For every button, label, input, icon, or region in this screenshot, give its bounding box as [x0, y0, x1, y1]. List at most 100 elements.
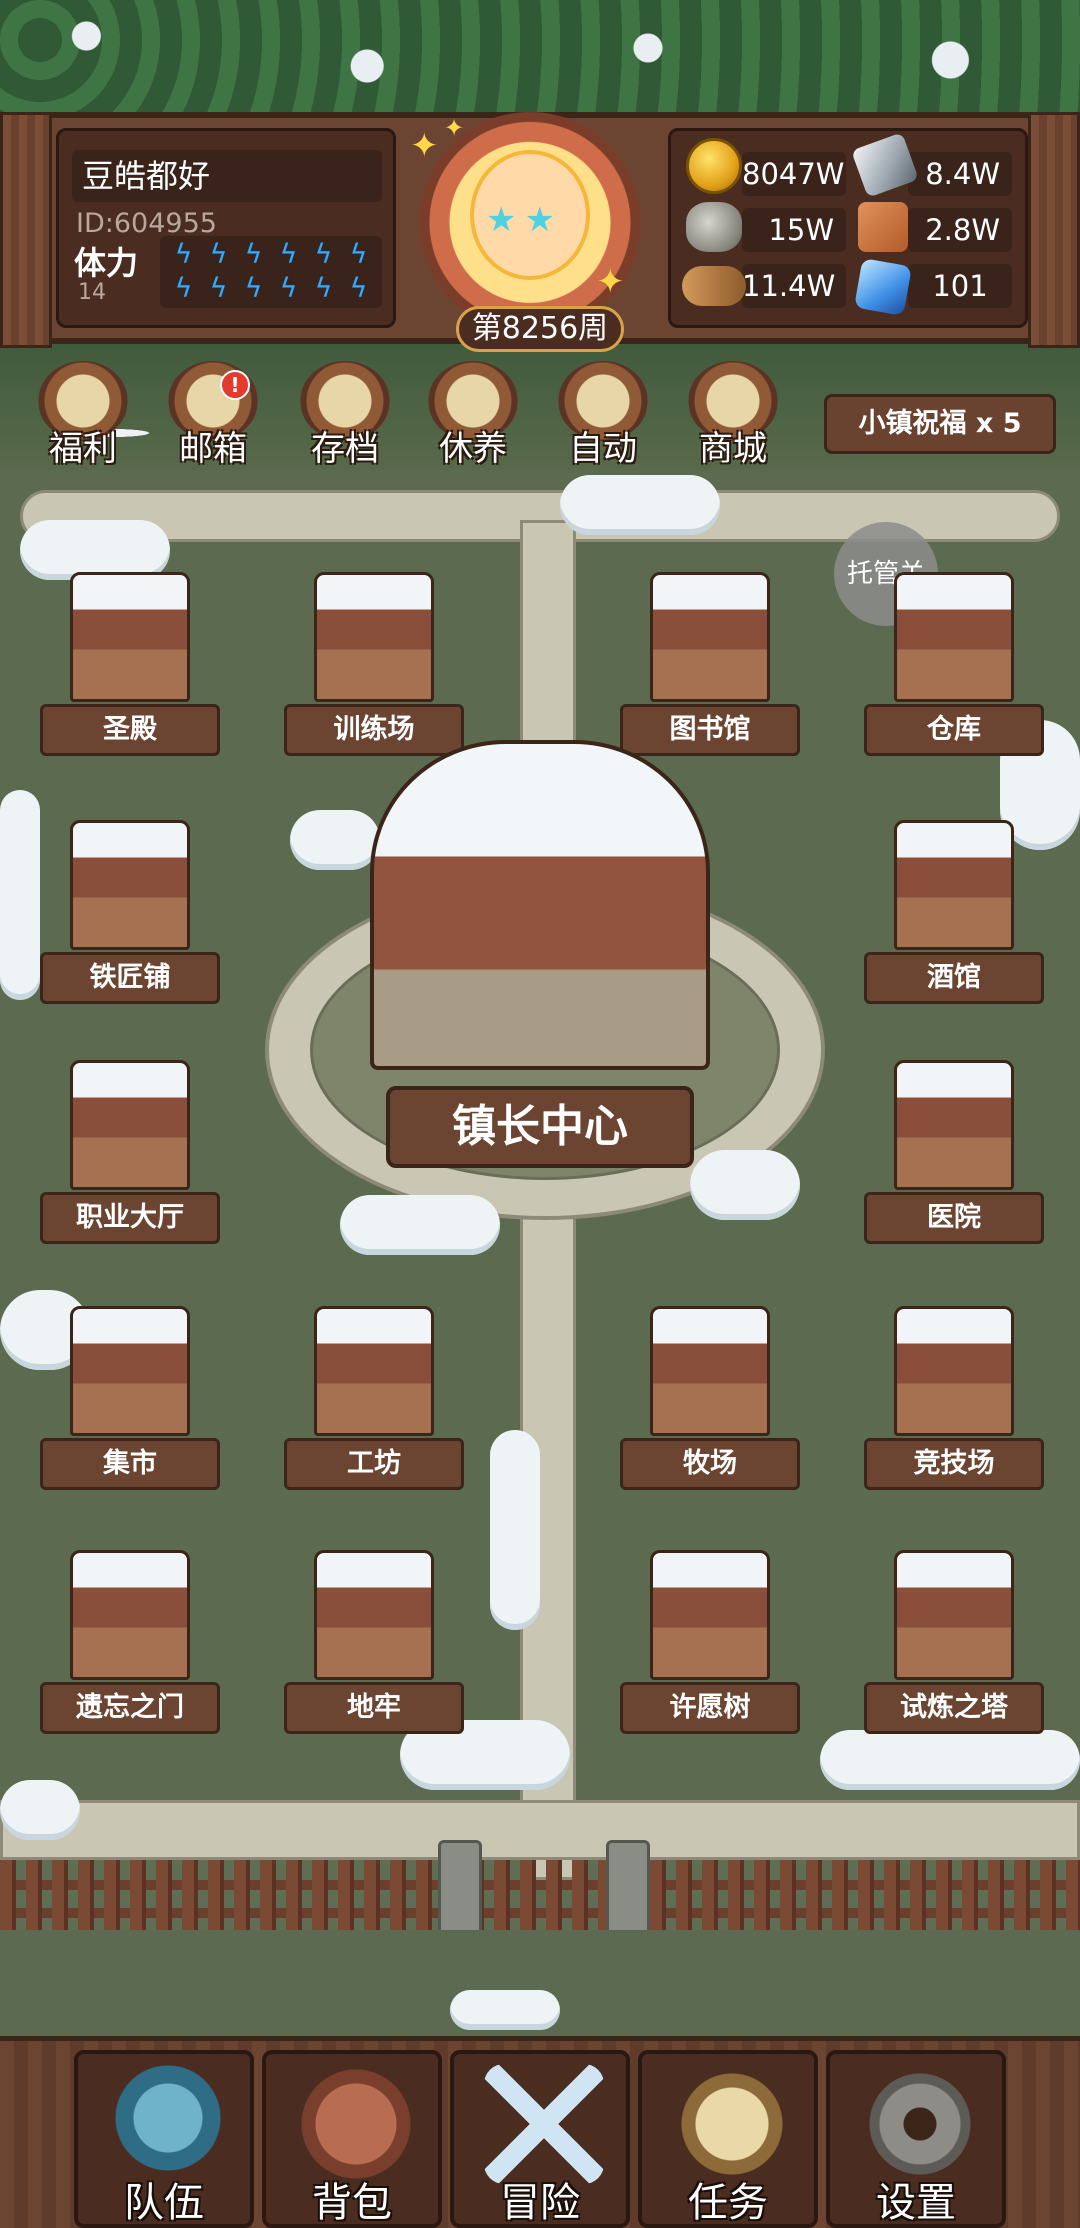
building-hospital[interactable]: 医院	[864, 1060, 1044, 1250]
nav-label: 任务	[688, 2180, 768, 2226]
building-guild[interactable]: 职业大厅	[40, 1060, 220, 1250]
building-dungeon[interactable]: 地牢	[284, 1550, 464, 1740]
building-portal[interactable]: 遗忘之门	[40, 1550, 220, 1740]
sparkle-icon: ✦	[410, 126, 439, 166]
town-fence	[0, 1860, 1080, 1930]
lightning-icon: ϟ	[279, 239, 298, 270]
blacksmith-icon	[70, 820, 190, 950]
lightning-icon: ϟ	[349, 239, 368, 270]
gold-amount: 8047W	[742, 152, 846, 196]
lightning-icon: ϟ	[349, 273, 368, 304]
building-label: 地牢	[284, 1682, 464, 1734]
snow-patch	[0, 790, 40, 1000]
quest-scroll-icon	[672, 2064, 792, 2184]
stone-icon	[686, 202, 742, 252]
backpack-icon	[296, 2064, 416, 2184]
nav-adventure-button[interactable]: 冒险	[450, 2050, 630, 2228]
gold-coin-icon	[686, 138, 742, 194]
quick-label: 邮箱	[179, 429, 247, 469]
quick-auto-button[interactable]: 自动	[548, 360, 658, 470]
week-counter: 第8256周	[456, 306, 624, 352]
building-library[interactable]: 图书馆	[620, 572, 800, 762]
snow-patch	[450, 1990, 560, 2030]
lightning-icon: ϟ	[209, 273, 228, 304]
mail-alert-badge: !	[220, 370, 250, 400]
crystal-amount: 101	[908, 264, 1012, 308]
building-training[interactable]: 训练场	[284, 572, 464, 762]
nav-quest-button[interactable]: 任务	[638, 2050, 818, 2228]
arena-icon	[894, 1306, 1014, 1436]
building-label: 牧场	[620, 1438, 800, 1490]
market-tent-icon	[70, 1306, 190, 1436]
wish-tree-icon	[650, 1550, 770, 1680]
nav-label: 冒险	[500, 2180, 580, 2226]
building-market[interactable]: 集市	[40, 1306, 220, 1496]
mayor-hall-icon[interactable]	[370, 740, 710, 1070]
hud-post-right	[1028, 112, 1080, 348]
stone-amount: 15W	[742, 208, 846, 252]
player-id: ID:604955	[76, 208, 217, 239]
workshop-icon	[314, 1306, 434, 1436]
portal-icon	[70, 1550, 190, 1680]
dungeon-icon	[314, 1550, 434, 1680]
sparkle-icon: ✦	[444, 114, 465, 142]
snow-patch	[20, 520, 170, 580]
snow-patch	[560, 475, 720, 535]
library-icon	[650, 572, 770, 702]
lightning-icon: ϟ	[314, 273, 333, 304]
building-workshop[interactable]: 工坊	[284, 1306, 464, 1496]
building-label: 许愿树	[620, 1682, 800, 1734]
lightning-icon: ϟ	[244, 239, 263, 270]
quick-label: 商城	[699, 429, 767, 469]
snow-patch	[0, 1780, 80, 1840]
leather-icon	[858, 202, 908, 252]
training-ground-icon	[314, 572, 434, 702]
building-label: 医院	[864, 1192, 1044, 1244]
leather-amount: 2.8W	[908, 208, 1012, 252]
snow-patch	[290, 810, 380, 870]
town-blessing-button[interactable]: 小镇祝福 x 5	[824, 394, 1056, 454]
nav-backpack-button[interactable]: 背包	[262, 2050, 442, 2228]
quick-welfare-button[interactable]: 福利	[28, 360, 138, 470]
nav-label: 队伍	[124, 2180, 204, 2226]
building-label: 试炼之塔	[864, 1682, 1044, 1734]
building-tavern[interactable]: 酒馆	[864, 820, 1044, 1010]
quick-mail-button[interactable]: 邮箱 !	[158, 360, 268, 470]
snow-patch	[490, 1430, 540, 1630]
quick-rest-button[interactable]: 休养	[418, 360, 528, 470]
building-mayor-center[interactable]: 镇长中心	[386, 1086, 694, 1168]
building-label: 铁匠铺	[40, 952, 220, 1004]
building-temple[interactable]: 圣殿	[40, 572, 220, 762]
building-arena[interactable]: 竞技场	[864, 1306, 1044, 1496]
wood-amount: 11.4W	[742, 264, 846, 308]
nav-team-button[interactable]: 队伍	[74, 2050, 254, 2228]
iron-amount: 8.4W	[908, 152, 1012, 196]
tower-icon	[894, 1550, 1014, 1680]
building-label: 圣殿	[40, 704, 220, 756]
building-label: 职业大厅	[40, 1192, 220, 1244]
building-label: 训练场	[284, 704, 464, 756]
building-tower[interactable]: 试炼之塔	[864, 1550, 1044, 1740]
temple-icon	[70, 572, 190, 702]
building-label: 竞技场	[864, 1438, 1044, 1490]
quick-label: 休养	[439, 429, 507, 469]
building-wishtree[interactable]: 许愿树	[620, 1550, 800, 1740]
lightning-icon: ϟ	[174, 239, 193, 270]
quick-label: 自动	[569, 429, 637, 469]
ranch-icon	[650, 1306, 770, 1436]
building-label: 集市	[40, 1438, 220, 1490]
forest-background	[0, 0, 1080, 120]
lightning-icon: ϟ	[244, 273, 263, 304]
building-blacksmith[interactable]: 铁匠铺	[40, 820, 220, 1010]
building-label: 遗忘之门	[40, 1682, 220, 1734]
crystal-icon	[854, 258, 912, 316]
nav-settings-button[interactable]: 设置	[826, 2050, 1006, 2228]
star-eyes-icon: ★★	[486, 200, 563, 240]
building-warehouse[interactable]: 仓库	[864, 572, 1044, 762]
stamina-label: 体力	[74, 244, 139, 282]
lightning-icon: ϟ	[209, 239, 228, 270]
building-ranch[interactable]: 牧场	[620, 1306, 800, 1496]
quick-save-button[interactable]: 存档	[290, 360, 400, 470]
tavern-icon	[894, 820, 1014, 950]
quick-shop-button[interactable]: 商城	[678, 360, 788, 470]
